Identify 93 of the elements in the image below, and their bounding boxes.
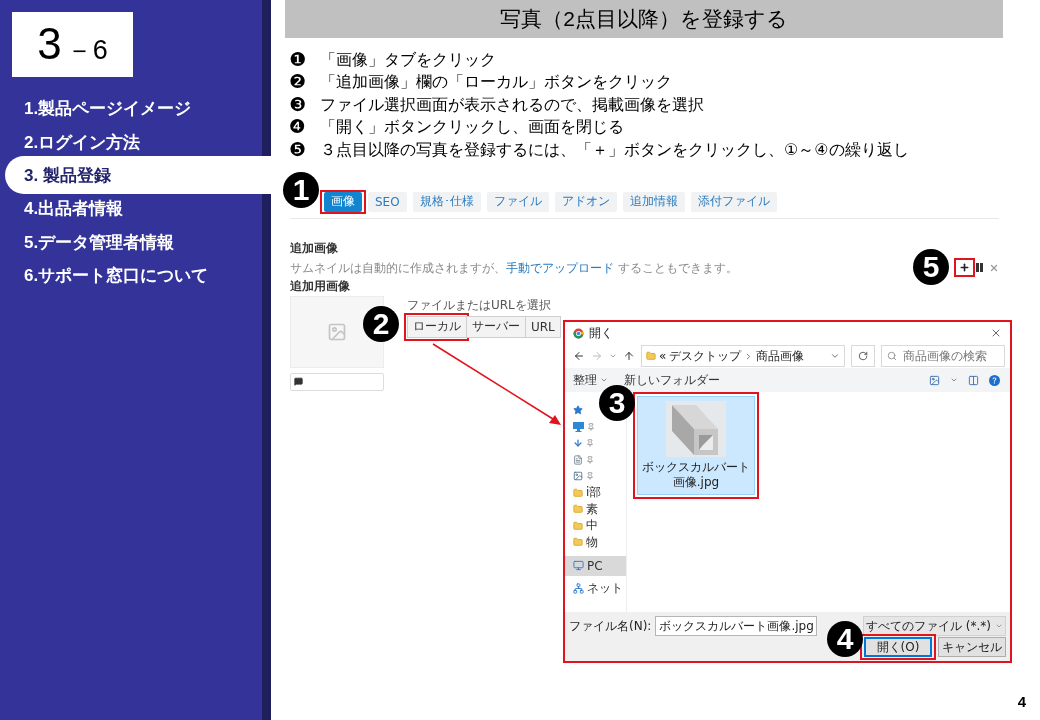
step-text: 「画像」タブをクリック xyxy=(320,49,496,69)
nav-item[interactable]: 4.出品者情報 xyxy=(0,192,262,226)
close-icon[interactable] xyxy=(989,262,999,273)
file-item[interactable]: ボックスカルバート画像.jpg xyxy=(637,396,755,495)
nav-pane-item[interactable]: i部 xyxy=(565,484,605,501)
description-text: サムネイルは自動的に作成されますが、手動でアップロード することもできます。 xyxy=(290,259,738,276)
highlight-frame xyxy=(954,258,975,277)
nav-pane-item[interactable]: 中 xyxy=(565,517,601,534)
field-label: 追加用画像 xyxy=(290,277,350,294)
tab[interactable]: 添付ファイル xyxy=(690,191,777,212)
highlight-frame xyxy=(320,189,366,214)
nav-pane-item[interactable]: 素 xyxy=(565,501,601,518)
breadcrumb-item[interactable]: デスクトップ xyxy=(669,347,742,365)
step-number: ❺ xyxy=(289,139,308,159)
tab[interactable]: 規格･仕様 xyxy=(412,191,481,212)
caption-field[interactable] xyxy=(290,372,384,391)
step-text: 「追加画像」欄の「ローカル」ボタンをクリック xyxy=(320,72,672,92)
document-icon xyxy=(573,454,583,465)
tab[interactable]: アドオン xyxy=(554,191,617,212)
upload-link[interactable]: 手動でアップロード xyxy=(506,260,614,275)
file-name-field[interactable]: ボックスカルバート画像.jpg xyxy=(655,616,818,636)
step-marker: 3 xyxy=(599,385,635,421)
image-icon[interactable] xyxy=(929,374,940,386)
monitor-icon xyxy=(573,560,584,571)
monitor-icon xyxy=(573,421,584,432)
source-label: ファイルまたはURLを選択 xyxy=(407,296,551,313)
search-field[interactable]: 商品画像の検索 xyxy=(881,345,1005,367)
dialog-button[interactable]: 開く(O) xyxy=(864,637,932,657)
caret-icon[interactable] xyxy=(830,351,840,361)
download-arrow-icon xyxy=(573,438,583,449)
step-number: ❹ xyxy=(289,117,308,137)
dialog-button[interactable]: キャンセル xyxy=(938,637,1006,657)
step-number: ❷ xyxy=(289,72,308,92)
step-text: 「開く」ボタンクリックし、画面を閉じる xyxy=(320,117,624,137)
step-text: ３点目以降の写真を登録するには、「＋」ボタンをクリックし、①～④の繰り返し xyxy=(320,139,909,159)
dialog-title: 開く xyxy=(589,324,613,342)
subsection-number: －6 xyxy=(65,37,108,64)
caret-icon xyxy=(995,622,1003,630)
refresh-button[interactable] xyxy=(851,345,875,367)
step-marker: 1 xyxy=(283,171,319,208)
plus-icon[interactable] xyxy=(959,262,970,273)
tab[interactable]: 追加情報 xyxy=(622,191,685,212)
section-number: 3 xyxy=(37,22,62,66)
tab[interactable]: ファイル xyxy=(486,191,549,212)
columns-icon[interactable] xyxy=(968,374,979,386)
help-icon[interactable] xyxy=(989,374,1000,386)
nav-pane-item[interactable]: PC xyxy=(565,555,626,576)
caret-icon[interactable] xyxy=(609,352,617,360)
comment-icon xyxy=(294,377,303,386)
source-button[interactable]: ローカル xyxy=(407,315,467,338)
star-icon xyxy=(573,405,583,416)
step-marker: 4 xyxy=(827,621,863,657)
address-bar[interactable]: « デスクトップ 商品画像 xyxy=(641,345,845,367)
step-number: ❶ xyxy=(289,49,308,69)
folder-icon xyxy=(573,537,583,548)
folder-icon xyxy=(573,504,583,515)
nav-item[interactable]: 2.ログイン方法 xyxy=(0,125,262,159)
network-icon xyxy=(573,583,584,595)
step-marker: 5 xyxy=(913,249,949,285)
search-icon xyxy=(887,351,897,361)
tab[interactable]: SEO xyxy=(368,191,407,212)
tab[interactable]: 画像 xyxy=(324,191,362,212)
image-icon xyxy=(327,321,347,342)
bars-icon[interactable] xyxy=(976,263,983,272)
step-text: ファイル選択画面が表示されるので、掲載画像を選択 xyxy=(320,94,704,114)
folder-icon xyxy=(646,351,656,361)
nav-item[interactable]: 6.サポート窓口について xyxy=(0,258,262,293)
caret-icon[interactable] xyxy=(950,376,958,384)
folder-icon xyxy=(573,487,583,498)
nav-item[interactable]: 1.製品ページイメージ xyxy=(0,92,262,126)
caret-icon xyxy=(600,376,608,384)
colored-ring-icon xyxy=(573,327,584,339)
up-arrow-icon[interactable] xyxy=(623,350,635,362)
picture-icon xyxy=(573,471,583,482)
page-number: 4 xyxy=(1017,693,1027,712)
folder-icon xyxy=(573,520,583,531)
source-button[interactable]: URL xyxy=(525,315,561,338)
back-arrow-icon[interactable] xyxy=(573,350,585,362)
source-button[interactable]: サーバー xyxy=(466,315,526,338)
step-number: ❸ xyxy=(289,94,308,114)
nav-item[interactable]: 3. 製品登録 xyxy=(5,156,271,195)
nav-item[interactable]: 5.データ管理者情報 xyxy=(0,225,262,259)
file-type-select[interactable]: すべてのファイル (*.*) xyxy=(863,616,1006,636)
section-heading: 追加画像 xyxy=(290,239,338,256)
nav-pane-item[interactable]: ネット xyxy=(565,580,626,597)
tube-thumbnail-drawing xyxy=(666,401,726,457)
breadcrumb-item[interactable]: 商品画像 xyxy=(756,347,805,365)
slide-title: 写真（2点目以降）を登録する xyxy=(285,0,1003,38)
close-icon[interactable] xyxy=(990,327,1002,339)
refresh-icon xyxy=(858,351,868,361)
file-name-label: ファイル名(N): xyxy=(569,617,652,635)
nav-pane-item[interactable]: 物 xyxy=(565,534,601,551)
path-overflow[interactable]: « xyxy=(659,349,667,363)
